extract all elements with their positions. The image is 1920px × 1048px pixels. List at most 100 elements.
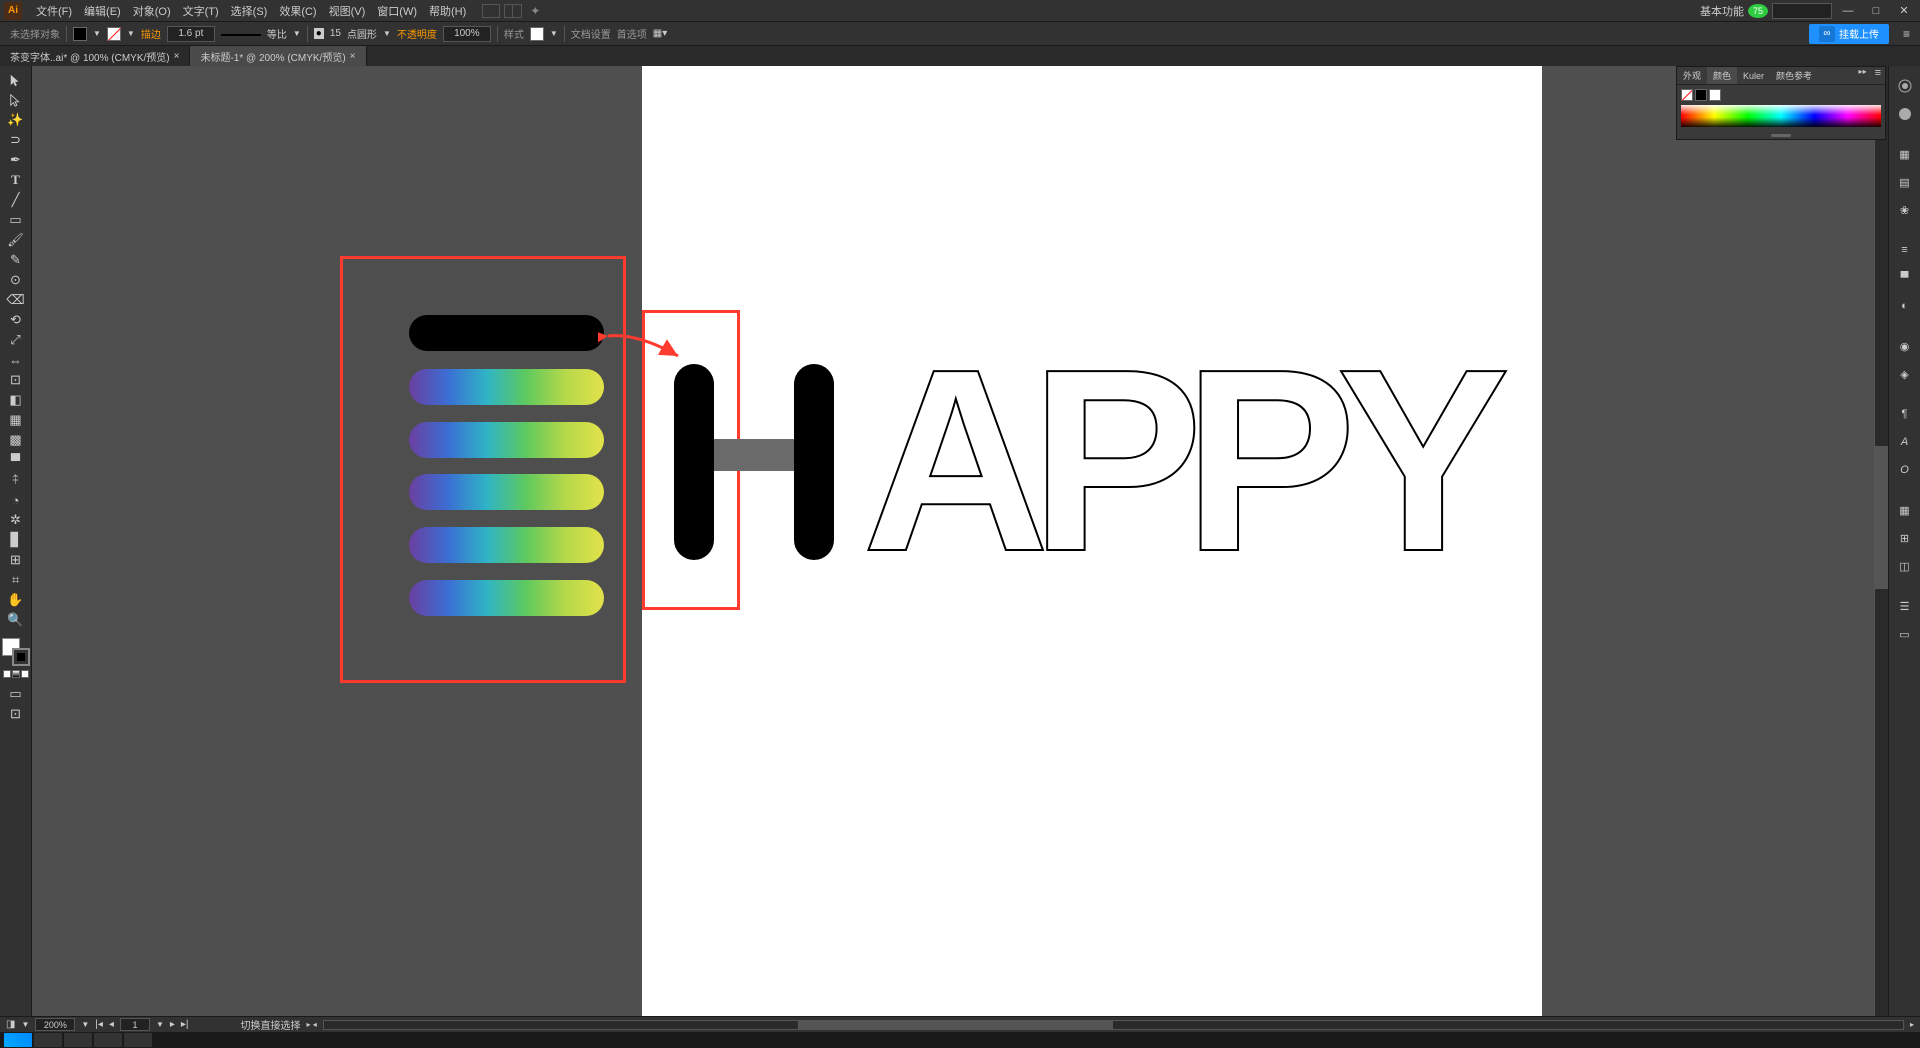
menu-help[interactable]: 帮助(H) <box>423 3 472 19</box>
selection-tool[interactable] <box>4 70 28 90</box>
outline-text[interactable]: APPY <box>862 364 1490 559</box>
letter-h-left-stroke[interactable] <box>674 364 714 560</box>
white-swatch[interactable] <box>1709 89 1721 101</box>
color-spectrum[interactable] <box>1681 105 1881 127</box>
graph-tool[interactable]: ▊ <box>4 530 28 550</box>
gradient-tool[interactable]: ▀ <box>4 450 28 470</box>
style-swatch[interactable] <box>530 27 544 41</box>
symbol-sprayer-tool[interactable]: ✲ <box>4 510 28 530</box>
stroke-panel-icon[interactable]: ≡ <box>1893 238 1917 262</box>
stroke-label[interactable]: 描边 <box>141 26 161 41</box>
panel-chevron-icon[interactable]: ▸▸ <box>1855 67 1871 84</box>
shape-builder-tool[interactable]: ◧ <box>4 390 28 410</box>
none-mode-swatch[interactable] <box>21 670 29 678</box>
statusbar-icon[interactable]: ◨ <box>6 1019 15 1030</box>
free-transform-tool[interactable]: ⊡ <box>4 370 28 390</box>
color-mode-swatch[interactable] <box>3 670 11 678</box>
taskbar-icon[interactable] <box>94 1033 122 1047</box>
color-control[interactable] <box>2 638 30 666</box>
paragraph-icon[interactable]: A <box>1893 430 1917 454</box>
workspace-label[interactable]: 基本功能 <box>1700 3 1744 19</box>
taskbar-icon[interactable] <box>34 1033 62 1047</box>
type-tool[interactable]: T <box>4 170 28 190</box>
rotate-tool[interactable]: ⟲ <box>4 310 28 330</box>
close-button[interactable]: ✕ <box>1892 3 1916 19</box>
lasso-tool[interactable]: ⊃ <box>4 130 28 150</box>
prefs-button[interactable]: 首选项 <box>617 26 647 41</box>
stroke-color-swatch[interactable] <box>12 648 30 666</box>
artboard-tool[interactable]: ⊞ <box>4 550 28 570</box>
close-icon[interactable]: × <box>350 51 356 62</box>
notification-badge[interactable]: 75 <box>1748 4 1768 18</box>
gradient-mode-swatch[interactable] <box>12 670 20 678</box>
mesh-tool[interactable]: ▩ <box>4 430 28 450</box>
doc-arrangement-icon[interactable] <box>482 4 500 18</box>
screen-mode-tool-2[interactable]: ⊡ <box>4 704 28 724</box>
gradient-panel-icon[interactable]: ▀ <box>1893 266 1917 290</box>
nav-first-icon[interactable]: |◂ <box>95 1019 103 1030</box>
horizontal-scrollbar[interactable] <box>323 1020 1904 1030</box>
document-tab[interactable]: 茶变字体..ai* @ 100% (CMYK/预览) × <box>0 46 190 66</box>
eraser-tool[interactable]: ⌫ <box>4 290 28 310</box>
opentype-icon[interactable]: O <box>1893 458 1917 482</box>
close-icon[interactable]: × <box>174 51 180 62</box>
vertical-scrollbar[interactable] <box>1874 66 1888 1016</box>
zoom-tool[interactable]: 🔍 <box>4 610 28 630</box>
menu-select[interactable]: 选择(S) <box>225 3 274 19</box>
black-swatch[interactable] <box>1695 89 1707 101</box>
search-input[interactable] <box>1772 3 1832 19</box>
maximize-button[interactable]: □ <box>1864 3 1888 19</box>
options-icon[interactable]: ≡ <box>1903 27 1910 41</box>
kuler-tab[interactable]: Kuler <box>1737 67 1770 84</box>
slice-tool[interactable]: ⌗ <box>4 570 28 590</box>
color-guide-tab[interactable]: 颜色参考 <box>1770 67 1818 84</box>
pathfinder-icon[interactable]: ◫ <box>1893 554 1917 578</box>
fill-none-swatch[interactable] <box>107 27 121 41</box>
menu-object[interactable]: 对象(O) <box>127 3 177 19</box>
docsetup-button[interactable]: 文档设置 <box>571 26 611 41</box>
document-tab[interactable]: 未标题-1* @ 200% (CMYK/预览) × <box>190 46 366 66</box>
pencil-tool[interactable]: ✎ <box>4 250 28 270</box>
layers-icon[interactable]: ☰ <box>1893 594 1917 618</box>
nav-last-icon[interactable]: ▸| <box>181 1019 189 1030</box>
gradient-pill-shape[interactable] <box>409 369 604 405</box>
line-tool[interactable]: ╱ <box>4 190 28 210</box>
transparency-icon[interactable]: ◐ <box>1893 294 1917 318</box>
black-pill-shape[interactable] <box>409 315 604 351</box>
gradient-pill-shape[interactable] <box>409 527 604 563</box>
letter-h-right-stroke[interactable] <box>794 364 834 560</box>
gradient-pill-shape[interactable] <box>409 422 604 458</box>
screen-mode-tool[interactable]: ▭ <box>4 684 28 704</box>
opacity-input[interactable] <box>443 26 491 42</box>
color-panel[interactable]: 外观 颜色 Kuler 颜色参考 ▸▸ ≡ <box>1676 66 1886 140</box>
appearance-icon[interactable]: ◉ <box>1893 334 1917 358</box>
canvas[interactable]: APPY <box>32 66 1888 1016</box>
magic-wand-tool[interactable]: ✨ <box>4 110 28 130</box>
taskbar-icon[interactable] <box>4 1033 32 1047</box>
graphic-styles-icon[interactable]: ◈ <box>1893 362 1917 386</box>
transform-icon[interactable]: ⊞ <box>1893 526 1917 550</box>
stroke-weight-input[interactable] <box>167 26 215 42</box>
eyedropper-tool[interactable]: ⤉ <box>4 470 28 490</box>
perspective-tool[interactable]: ▦ <box>4 410 28 430</box>
menu-window[interactable]: 窗口(W) <box>371 3 423 19</box>
none-swatch[interactable] <box>1681 89 1693 101</box>
appearance-tab[interactable]: 外观 <box>1677 67 1707 84</box>
width-tool[interactable]: ⇔ <box>4 350 28 370</box>
color-panel-icon[interactable] <box>1893 74 1917 98</box>
blend-tool[interactable]: ◔ <box>4 490 28 510</box>
nav-next-icon[interactable]: ▸ <box>170 1019 175 1030</box>
taskbar-icon[interactable] <box>64 1033 92 1047</box>
menu-view[interactable]: 视图(V) <box>323 3 372 19</box>
stroke-preview[interactable] <box>221 32 261 36</box>
artboards-icon[interactable]: ▭ <box>1893 622 1917 646</box>
zoom-input[interactable] <box>35 1018 75 1031</box>
upload-button[interactable]: ∞ 挂载上传 <box>1809 24 1889 44</box>
gradient-pill-shape[interactable] <box>409 580 604 616</box>
page-input[interactable] <box>120 1018 150 1031</box>
panel-menu-icon[interactable]: ≡ <box>1871 67 1885 84</box>
menu-file[interactable]: 文件(F) <box>30 3 78 19</box>
nav-prev-icon[interactable]: ◂ <box>109 1019 114 1030</box>
menu-effect[interactable]: 效果(C) <box>273 3 322 19</box>
paintbrush-tool[interactable]: 🖌 <box>4 230 28 250</box>
